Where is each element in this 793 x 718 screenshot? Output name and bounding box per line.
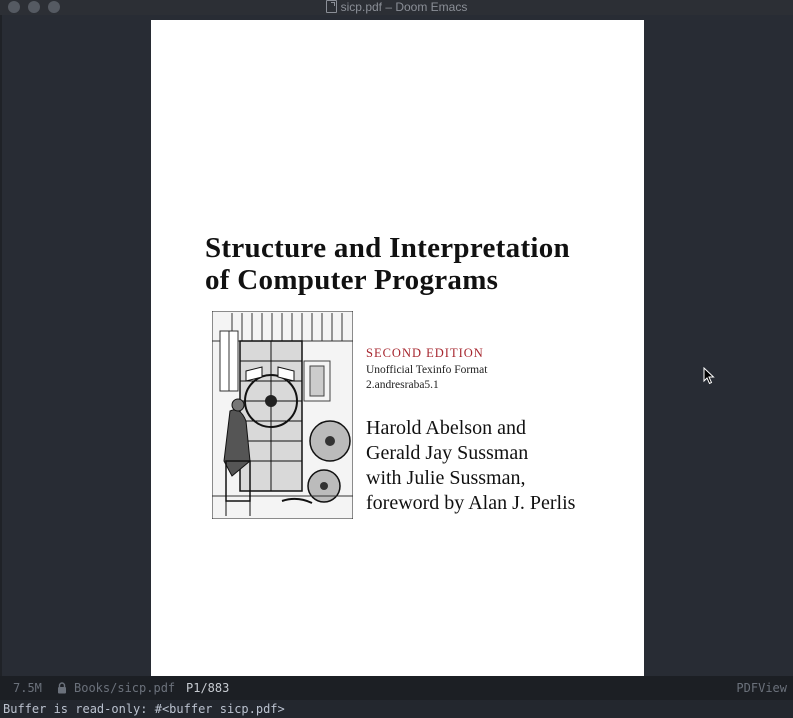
author-line: Gerald Jay Sussman	[366, 442, 529, 464]
window-fringe	[0, 15, 2, 676]
book-title-line-1: Structure and Interpretation	[205, 232, 570, 264]
edition-label: SECOND EDITION	[366, 346, 484, 360]
echo-area: Buffer is read-only: #<buffer sicp.pdf>	[0, 700, 793, 718]
cover-illustration	[212, 311, 353, 519]
format-info: Unofficial Texinfo Format 2.andresraba5.…	[366, 363, 487, 393]
buffer-size: 7.5M	[13, 681, 42, 695]
window-title: sicp.pdf – Doom Emacs	[0, 0, 793, 14]
format-line-2: 2.andresraba5.1	[366, 379, 439, 391]
book-title: Structure and Interpretation of Computer…	[205, 232, 635, 296]
mouse-cursor-icon	[703, 367, 715, 385]
major-mode[interactable]: PDFView	[736, 681, 787, 695]
pdf-page[interactable]: Structure and Interpretation of Computer…	[151, 20, 644, 676]
author-line: foreword by Alan J. Perlis	[366, 492, 576, 514]
pdf-file-icon	[325, 0, 337, 13]
title-bar: sicp.pdf – Doom Emacs	[0, 0, 793, 15]
authors: Harold Abelson and Gerald Jay Sussman wi…	[366, 416, 575, 516]
mode-line: 7.5M Books/sicp.pdf P1/883 PDFView	[0, 676, 793, 700]
page-indicator: P1/883	[186, 681, 230, 695]
echo-message: Buffer is read-only: #<buffer sicp.pdf>	[3, 702, 285, 716]
format-line-1: Unofficial Texinfo Format	[366, 364, 488, 376]
book-title-line-2: of Computer Programs	[205, 264, 499, 296]
lock-icon	[58, 682, 66, 694]
buffer-file-path[interactable]: Books/sicp.pdf	[74, 681, 175, 695]
author-line: with Julie Sussman,	[366, 467, 526, 489]
author-line: Harold Abelson and	[366, 417, 526, 439]
window-title-text: sicp.pdf – Doom Emacs	[340, 0, 468, 14]
